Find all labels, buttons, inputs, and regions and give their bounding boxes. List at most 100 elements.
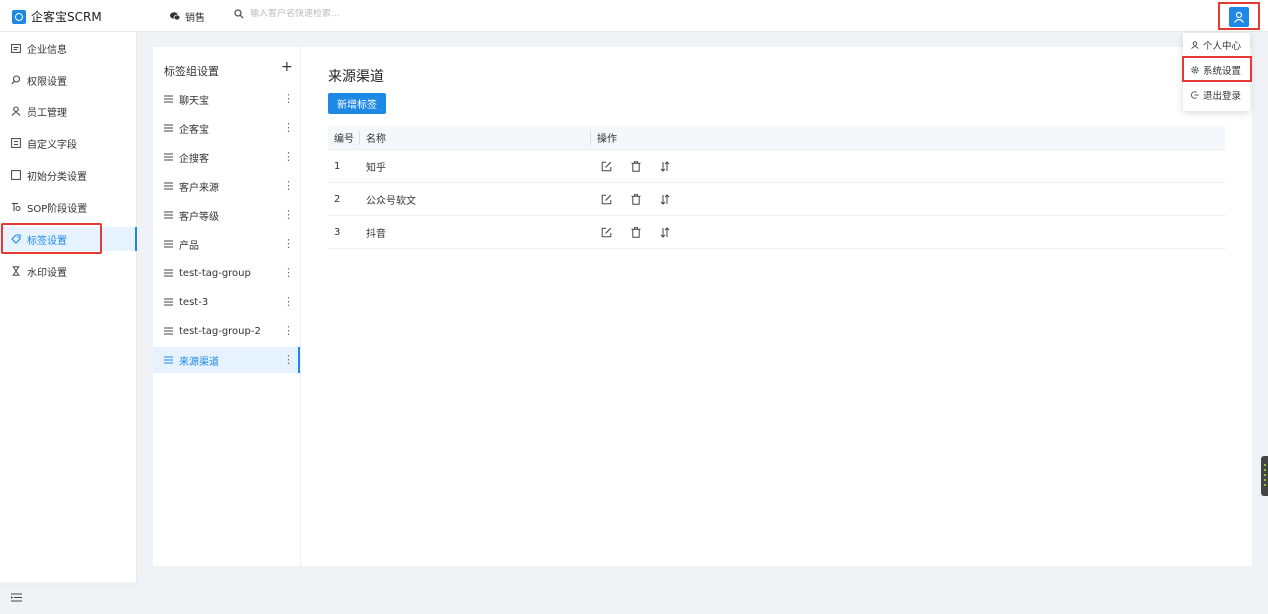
table-row: 1 知乎: [328, 150, 1225, 183]
tag-group-label: test-3: [179, 296, 209, 308]
tag-group-item[interactable]: 企搜客 ⋮: [153, 144, 300, 170]
drag-lines-icon: [164, 124, 173, 132]
app-title: 企客宝SCRM: [31, 10, 102, 24]
sidebar-item-label: 初始分类设置: [27, 171, 87, 183]
tag-group-label: 客户等级: [179, 211, 219, 223]
sidebar-item-staff[interactable]: 员工管理: [0, 99, 137, 123]
edge-handle[interactable]: [1261, 456, 1268, 496]
table-row: 2 公众号软文: [328, 183, 1225, 216]
drag-lines-icon: [164, 211, 173, 219]
sidebar-item-label: SOP阶段设置: [27, 203, 88, 215]
sidebar-item-initial-category[interactable]: 初始分类设置: [0, 163, 137, 187]
menu-item-logout[interactable]: 退出登录: [1183, 84, 1250, 106]
more-icon[interactable]: ⋮: [283, 295, 294, 308]
flow-icon: [12, 202, 21, 211]
drag-lines-icon: [164, 95, 173, 103]
delete-icon[interactable]: [631, 226, 641, 238]
tag-group-panel: 标签组设置 + 聊天宝 ⋮ 企客宝 ⋮ 企搜客 ⋮ 客户来源 ⋮ 客户等级 ⋮ 产品 ⋮ test-ta…: [153, 47, 301, 566]
tag-group-label: 企客宝: [179, 124, 209, 136]
delete-icon[interactable]: [631, 160, 641, 172]
tag-group-item[interactable]: test-tag-group ⋮: [153, 260, 300, 286]
table-header: 编号 名称 操作: [328, 126, 1225, 150]
user-icon: [1191, 41, 1199, 49]
more-icon[interactable]: ⋮: [283, 353, 294, 366]
more-icon[interactable]: ⋮: [283, 237, 294, 250]
row-name: 公众号软文: [366, 195, 416, 207]
tag-group-item[interactable]: test-3 ⋮: [153, 289, 300, 315]
sidebar: 企业信息 权限设置 员工管理 自定义字段 初始分类设置 SOP阶段设置 标签设置…: [0, 32, 137, 602]
user-icon: [11, 106, 21, 116]
drag-lines-icon: [164, 356, 173, 364]
tag-group-item[interactable]: 客户等级 ⋮: [153, 202, 300, 228]
sidebar-item-label: 自定义字段: [27, 139, 77, 151]
chat-icon: [170, 12, 180, 21]
table-row: 3 抖音: [328, 216, 1225, 249]
more-icon[interactable]: ⋮: [283, 121, 294, 134]
row-name: 知乎: [366, 162, 386, 174]
row-no: 1: [334, 160, 341, 172]
drag-lines-icon: [164, 240, 173, 248]
menu-item-label: 个人中心: [1203, 41, 1242, 52]
add-tag-group-button[interactable]: +: [281, 59, 293, 75]
more-icon[interactable]: ⋮: [283, 92, 294, 105]
edit-icon[interactable]: [601, 227, 612, 238]
tag-group-item[interactable]: 聊天宝 ⋮: [153, 86, 300, 112]
drag-lines-icon: [164, 182, 173, 190]
more-icon[interactable]: ⋮: [283, 324, 294, 337]
tag-group-item[interactable]: 企客宝 ⋮: [153, 115, 300, 141]
sidebar-item-label: 员工管理: [27, 107, 67, 119]
sidebar-item-company-info[interactable]: 企业信息: [0, 36, 137, 60]
sort-icon[interactable]: [660, 193, 670, 205]
tag-group-label: 产品: [179, 240, 199, 252]
add-tag-button[interactable]: 新增标签: [328, 93, 386, 114]
square-icon: [11, 170, 21, 180]
sidebar-item-label: 水印设置: [27, 267, 67, 279]
tag-group-item[interactable]: 客户来源 ⋮: [153, 173, 300, 199]
drag-lines-icon: [164, 153, 173, 161]
sidebar-collapse-area: [0, 585, 137, 614]
tag-group-item[interactable]: test-tag-group-2 ⋮: [153, 318, 300, 344]
more-icon[interactable]: ⋮: [283, 179, 294, 192]
delete-icon[interactable]: [631, 193, 641, 205]
menu-item-profile[interactable]: 个人中心: [1183, 34, 1250, 56]
sort-icon[interactable]: [660, 226, 670, 238]
tag-group-label: test-tag-group: [179, 267, 251, 279]
search-input[interactable]: [250, 9, 470, 19]
collapse-menu-icon[interactable]: [11, 593, 22, 602]
edit-icon[interactable]: [601, 194, 612, 205]
tag-group-label: 客户来源: [179, 182, 219, 194]
sort-icon[interactable]: [660, 160, 670, 172]
tag-group-label: 来源渠道: [179, 356, 219, 368]
sidebar-item-label: 权限设置: [27, 76, 67, 88]
nav-sales[interactable]: 销售: [170, 9, 205, 24]
sidebar-item-permissions[interactable]: 权限设置: [0, 68, 137, 92]
nav-sales-label: 销售: [185, 13, 205, 24]
row-actions: [601, 216, 689, 248]
id-card-icon: [11, 43, 21, 53]
search-bar: [234, 9, 470, 19]
search-icon: [11, 75, 21, 85]
edit-icon[interactable]: [601, 161, 612, 172]
drag-lines-icon: [164, 327, 173, 335]
sidebar-item-custom-fields[interactable]: 自定义字段: [0, 131, 137, 155]
more-icon[interactable]: ⋮: [283, 266, 294, 279]
page-title: 来源渠道: [328, 69, 384, 85]
row-actions: [601, 183, 689, 215]
more-icon[interactable]: ⋮: [283, 208, 294, 221]
app-logo[interactable]: 企客宝SCRM: [12, 8, 102, 25]
logout-icon: [1191, 91, 1199, 99]
search-icon: [234, 9, 244, 19]
column-divider: [590, 131, 591, 145]
tag-group-item[interactable]: 来源渠道 ⋮: [153, 347, 300, 373]
sidebar-tag-settings-highlight: [1, 223, 102, 254]
tag-group-label: test-tag-group-2: [179, 325, 261, 337]
tag-group-item[interactable]: 产品 ⋮: [153, 231, 300, 257]
sidebar-item-sop-stage[interactable]: SOP阶段设置: [0, 195, 137, 219]
column-divider: [359, 131, 360, 145]
more-icon[interactable]: ⋮: [283, 150, 294, 163]
sidebar-item-watermark[interactable]: 水印设置: [0, 259, 137, 283]
system-settings-highlight: [1182, 56, 1252, 82]
row-no: 2: [334, 193, 341, 205]
user-button-highlight: [1218, 2, 1260, 30]
row-actions: [601, 150, 689, 182]
